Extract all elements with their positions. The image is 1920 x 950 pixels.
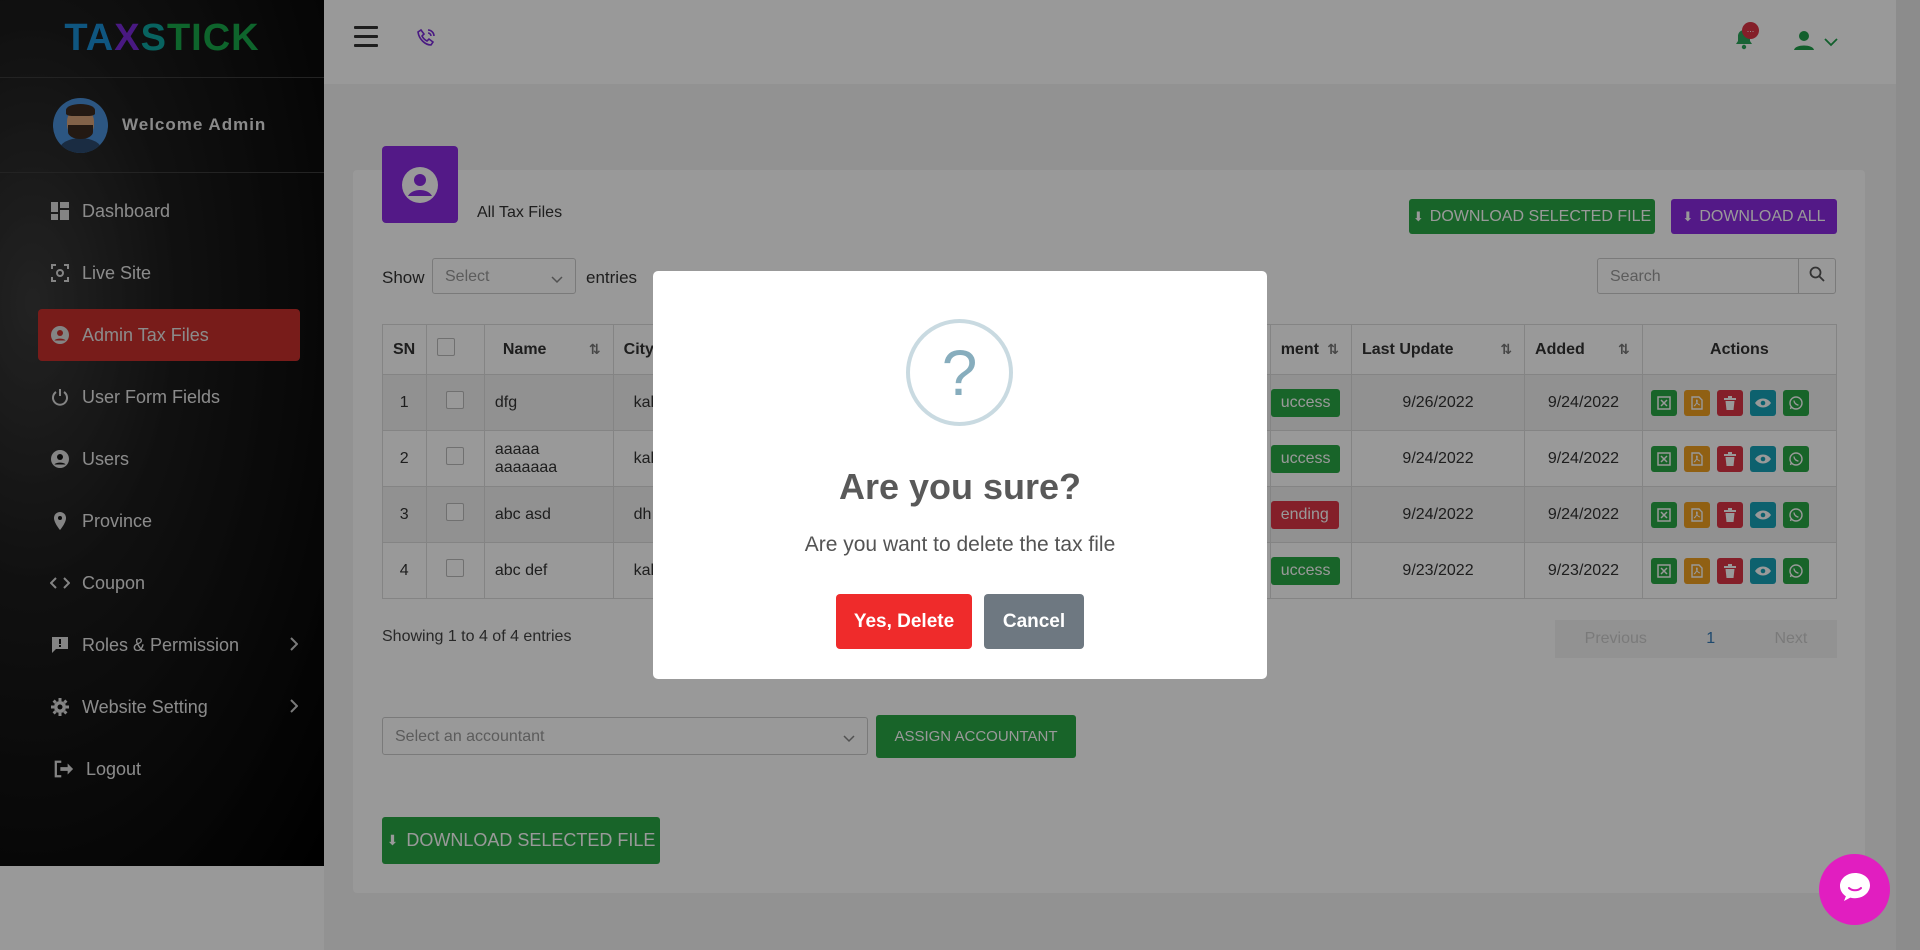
question-icon: ? — [906, 319, 1013, 426]
cancel-button[interactable]: Cancel — [984, 594, 1084, 649]
dialog-message: Are you want to delete the tax file — [804, 533, 1116, 556]
confirm-delete-dialog: ? Are you sure? Are you want to delete t… — [653, 271, 1267, 679]
chat-icon — [1838, 871, 1872, 908]
dialog-title: Are you sure? — [838, 466, 1082, 507]
chat-widget-button[interactable] — [1819, 854, 1890, 925]
confirm-delete-button[interactable]: Yes, Delete — [836, 594, 972, 649]
